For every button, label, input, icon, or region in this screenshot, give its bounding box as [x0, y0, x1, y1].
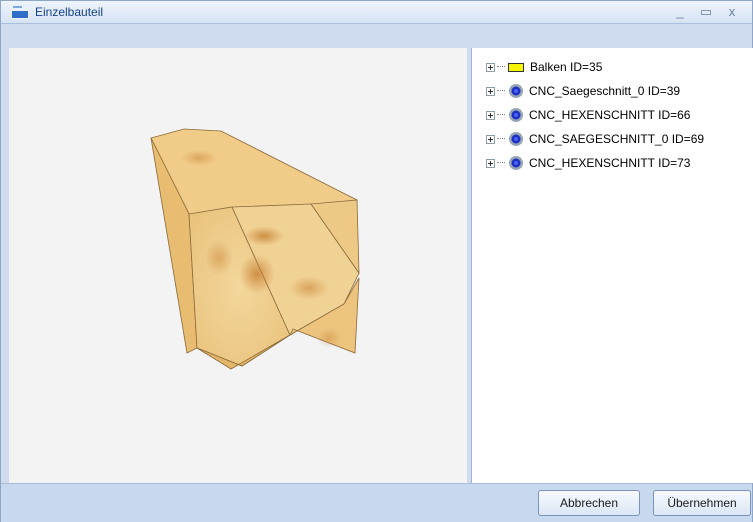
- tree-connector: [497, 90, 505, 92]
- tree-item-label: CNC_HEXENSCHNITT ID=73: [529, 156, 691, 170]
- button-bar: Abbrechen Übernehmen: [1, 483, 752, 522]
- gear-icon: [509, 108, 523, 122]
- tree-item[interactable]: CNC_HEXENSCHNITT ID=66: [486, 106, 690, 124]
- tree-item-label: CNC_Saegeschnitt_0 ID=39: [529, 84, 681, 98]
- expand-icon[interactable]: [486, 110, 495, 120]
- title-bar[interactable]: Einzelbauteil _ ▭ x: [1, 1, 752, 24]
- tree-connector: [497, 162, 505, 164]
- apply-button[interactable]: Übernehmen: [653, 490, 751, 516]
- tree-connector: [497, 66, 505, 68]
- app-icon: [11, 5, 29, 19]
- beam-icon: [508, 62, 524, 72]
- maximize-button[interactable]: ▭: [695, 3, 717, 21]
- 3d-viewport[interactable]: [9, 48, 468, 483]
- gear-icon: [509, 84, 523, 98]
- cancel-button[interactable]: Abbrechen: [538, 490, 640, 516]
- expand-icon[interactable]: [486, 158, 495, 168]
- structure-tree[interactable]: Balken ID=35 CNC_Saegeschnitt_0 ID=39 CN…: [471, 48, 753, 483]
- timber-part-model: [150, 128, 360, 370]
- tree-item-label: CNC_SAEGESCHNITT_0 ID=69: [529, 132, 705, 146]
- close-button[interactable]: x: [721, 3, 743, 21]
- tree-item[interactable]: CNC_Saegeschnitt_0 ID=39: [486, 82, 680, 100]
- window: Einzelbauteil _ ▭ x Balken ID=35 CNC_Sae…: [0, 0, 753, 522]
- tree-item-label: CNC_HEXENSCHNITT ID=66: [529, 108, 691, 122]
- tree-connector: [497, 114, 505, 116]
- gear-icon: [509, 132, 523, 146]
- expand-icon[interactable]: [486, 134, 495, 144]
- tree-item-label: Balken ID=35: [530, 60, 603, 74]
- gear-icon: [509, 156, 523, 170]
- tree-item[interactable]: Balken ID=35: [486, 58, 602, 76]
- window-title: Einzelbauteil: [35, 5, 104, 19]
- tree-connector: [497, 138, 505, 140]
- expand-icon[interactable]: [486, 62, 495, 72]
- expand-icon[interactable]: [486, 86, 495, 96]
- tree-item[interactable]: CNC_SAEGESCHNITT_0 ID=69: [486, 130, 704, 148]
- tree-item[interactable]: CNC_HEXENSCHNITT ID=73: [486, 154, 690, 172]
- minimize-button[interactable]: _: [669, 3, 691, 21]
